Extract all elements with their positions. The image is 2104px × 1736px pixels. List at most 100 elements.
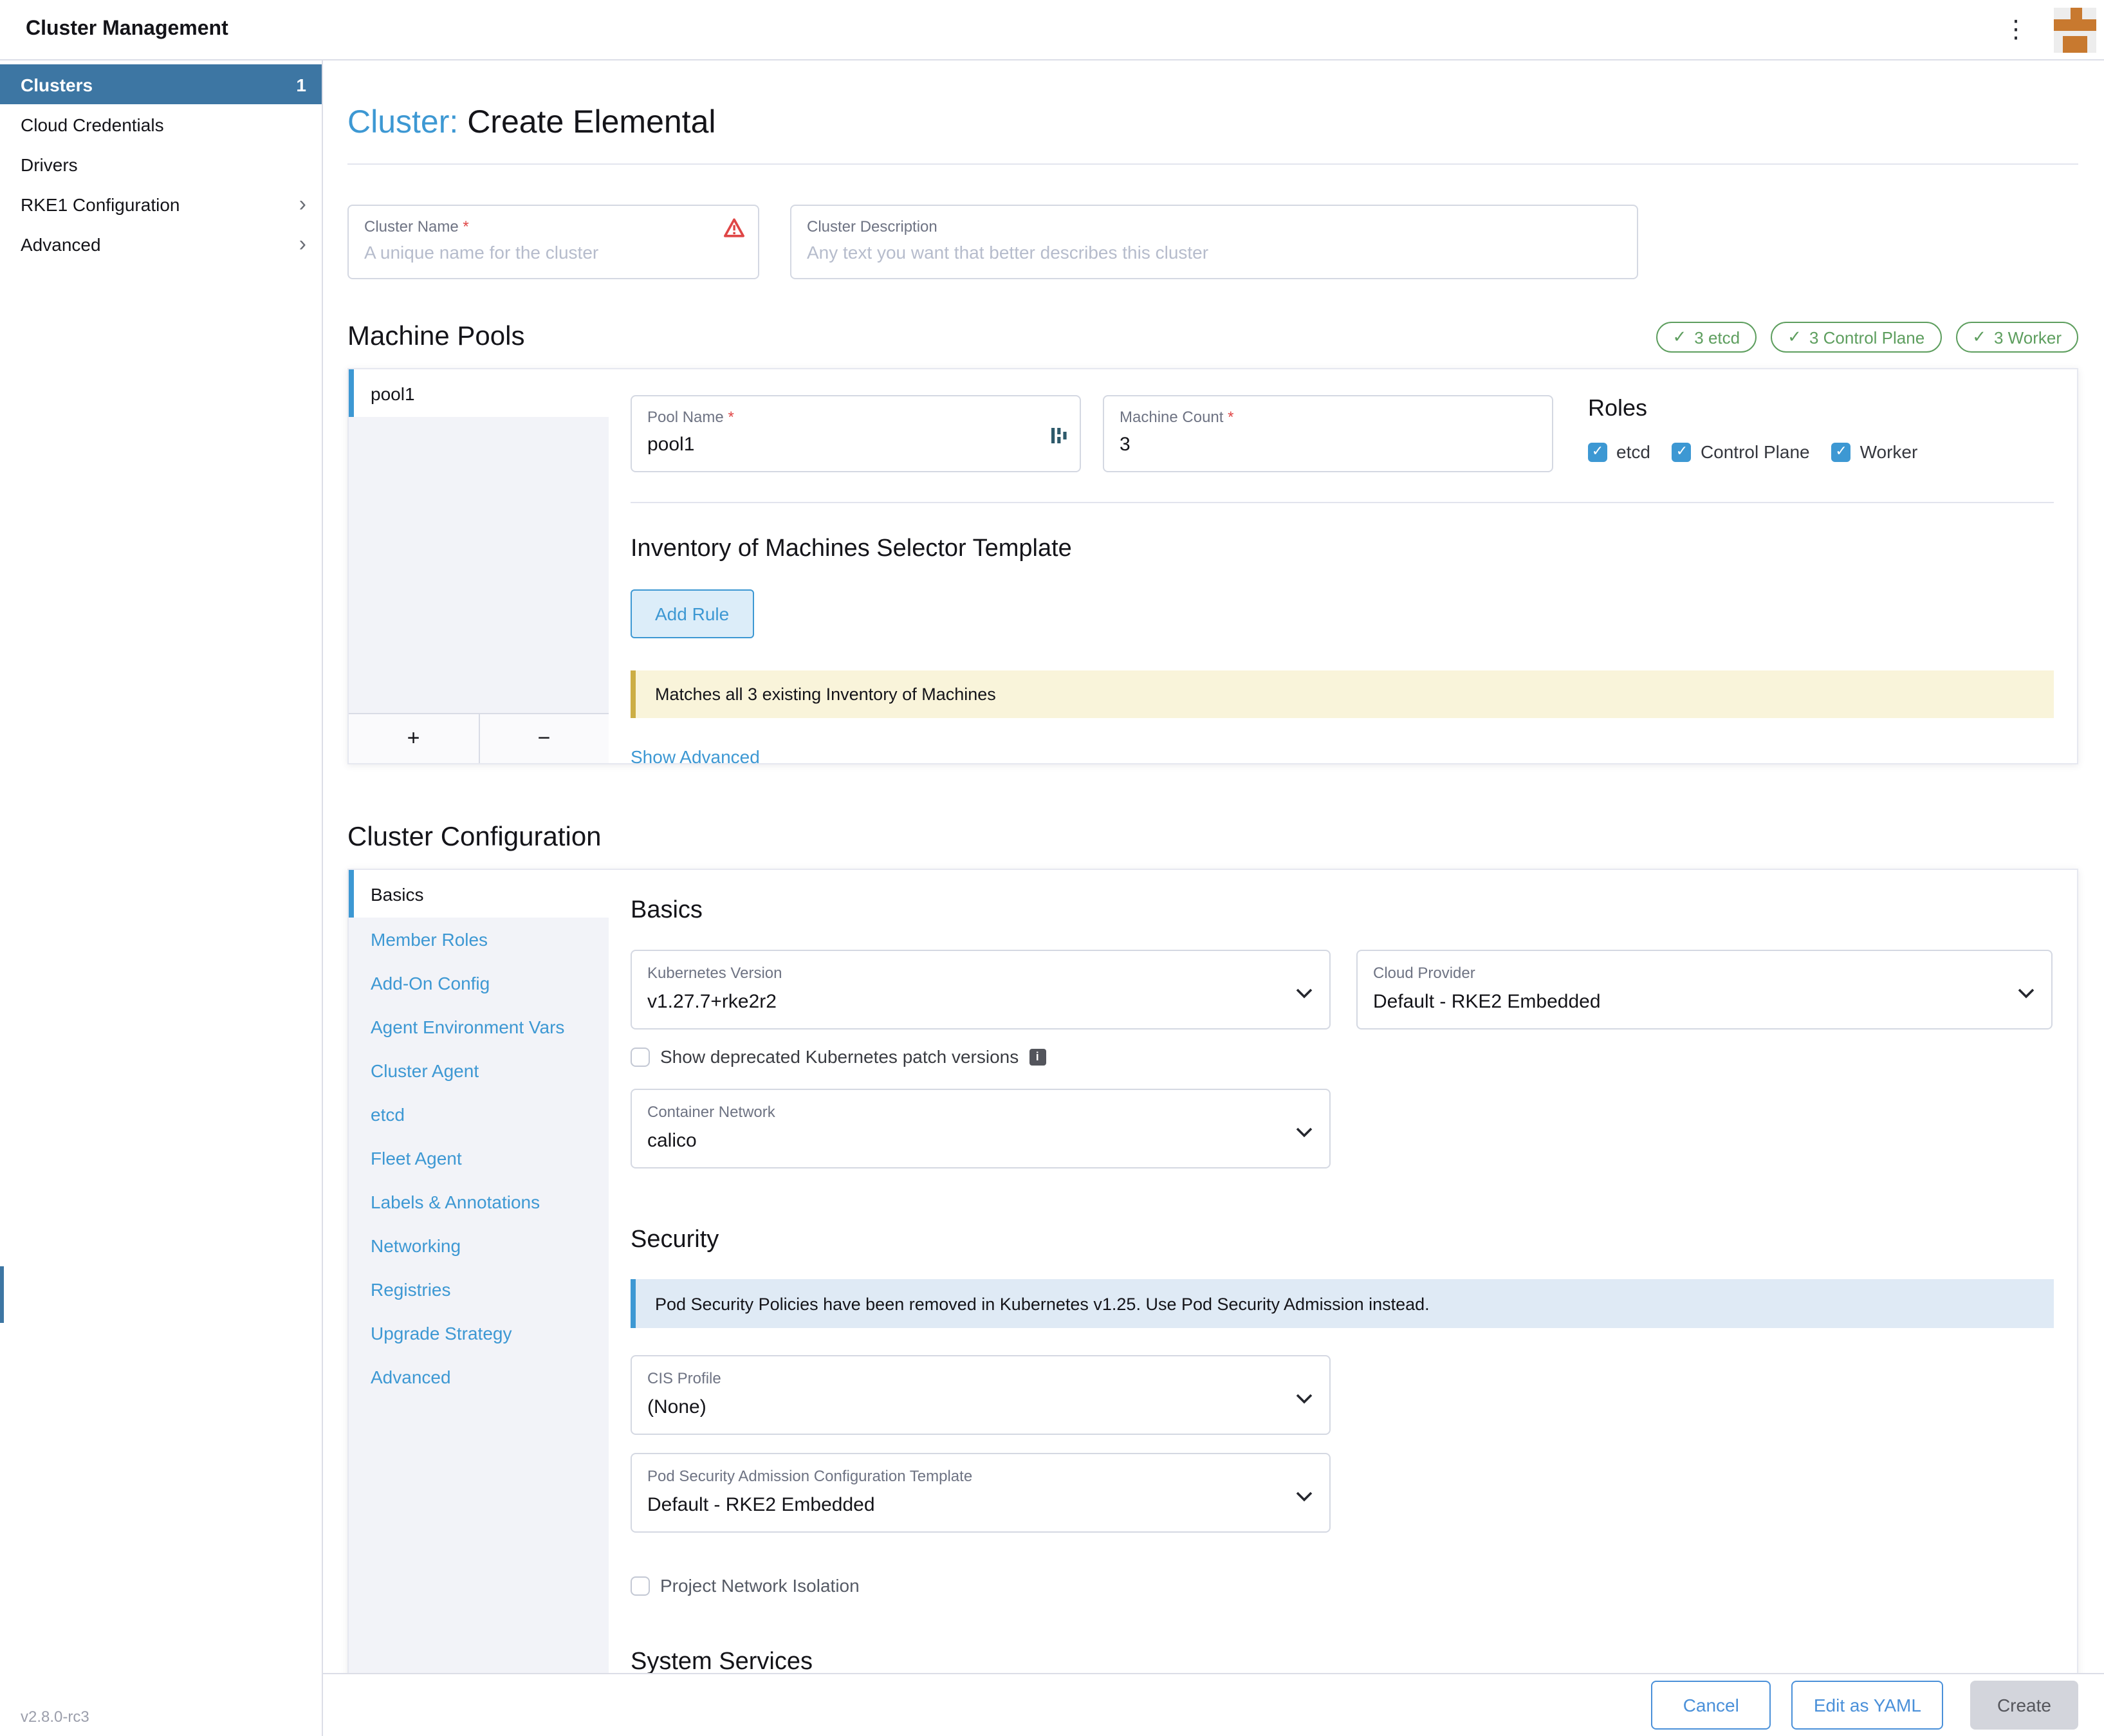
check-icon: ✓ (1592, 445, 1603, 459)
config-nav-networking[interactable]: Networking (349, 1224, 609, 1268)
select-value: Default - RKE2 Embedded (647, 1494, 1286, 1516)
chevron-down-icon (1296, 982, 1313, 1005)
worker-count-badge: ✓ 3 Worker (1955, 322, 2078, 353)
check-icon: ✓ (1676, 445, 1688, 459)
chevron-down-icon (1296, 1387, 1313, 1410)
container-network-select[interactable]: Container Network calico (631, 1089, 1331, 1168)
badge-label: 3 etcd (1694, 328, 1740, 347)
remove-pool-button[interactable]: − (479, 714, 609, 763)
select-value: calico (647, 1130, 1286, 1152)
machine-count-field[interactable]: Machine Count * (1103, 395, 1553, 472)
cloud-provider-select[interactable]: Cloud Provider Default - RKE2 Embedded (1356, 950, 2053, 1030)
cluster-description-field[interactable]: Cluster Description (790, 205, 1638, 279)
machine-pools-title: Machine Pools (347, 322, 525, 353)
select-label: CIS Profile (647, 1369, 1286, 1387)
config-nav-agent-environment-vars[interactable]: Agent Environment Vars (349, 1005, 609, 1049)
role-control-plane-checkbox[interactable]: ✓ Control Plane (1672, 441, 1810, 462)
sidebar-item-label: Clusters (21, 74, 93, 95)
project-network-isolation-label: Project Network Isolation (660, 1575, 860, 1596)
sidebar-item-drivers[interactable]: Drivers (0, 144, 322, 184)
sidebar-item-label: Cloud Credentials (21, 114, 164, 134)
config-nav-add-on-config[interactable]: Add-On Config (349, 961, 609, 1005)
required-asterisk: * (463, 217, 468, 235)
cluster-name-input[interactable] (364, 242, 743, 263)
kubernetes-version-select[interactable]: Kubernetes Version v1.27.7+rke2r2 (631, 950, 1331, 1030)
check-icon: ✓ (1972, 327, 1986, 347)
security-heading: Security (631, 1226, 2054, 1255)
badge-label: 3 Worker (1994, 328, 2062, 347)
pool-divider (631, 502, 2054, 503)
pool-name-input[interactable] (647, 434, 1022, 456)
required-asterisk: * (728, 408, 734, 426)
checkbox-checked-icon: ✓ (1672, 442, 1692, 461)
label-text: Machine Count (1120, 408, 1223, 426)
edge-scroll-indicator (0, 1266, 4, 1323)
config-nav-cluster-agent[interactable]: Cluster Agent (349, 1049, 609, 1093)
chevron-right-icon: › (299, 233, 306, 255)
checkbox-checked-icon: ✓ (1588, 442, 1607, 461)
pod-security-banner: Pod Security Policies have been removed … (631, 1279, 2054, 1328)
config-nav-etcd[interactable]: etcd (349, 1093, 609, 1136)
select-label: Kubernetes Version (647, 964, 1286, 982)
config-nav-labels-annotations[interactable]: Labels & Annotations (349, 1180, 609, 1224)
project-network-isolation-checkbox[interactable] (631, 1576, 650, 1595)
roles-title: Roles (1588, 395, 1917, 422)
sidebar-item-rke1-configuration[interactable]: RKE1 Configuration › (0, 184, 322, 224)
page-body: Clusters 1 Cloud Credentials Drivers RKE… (0, 60, 2104, 1736)
cluster-name-field[interactable]: Cluster Name * (347, 205, 759, 279)
add-rule-button[interactable]: Add Rule (631, 589, 753, 638)
role-etcd-checkbox[interactable]: ✓ etcd (1588, 441, 1650, 462)
config-nav-basics[interactable]: Basics (349, 870, 609, 918)
check-icon: ✓ (1835, 445, 1847, 459)
machine-pool-card: pool1 + − Pool Name * (347, 368, 2078, 764)
project-network-isolation-row: Project Network Isolation (631, 1575, 2054, 1596)
role-label: etcd (1616, 441, 1650, 462)
pool-tab-pool1[interactable]: pool1 (349, 369, 609, 417)
create-button[interactable]: Create (1970, 1681, 2078, 1730)
pool-panel: Pool Name * (609, 369, 2077, 763)
psa-template-select[interactable]: Pod Security Admission Configuration Tem… (631, 1453, 1331, 1533)
cluster-description-input[interactable] (807, 242, 1621, 263)
label-text: Pool Name (647, 408, 724, 426)
randomize-name-icon[interactable] (1051, 425, 1067, 453)
pool-name-field[interactable]: Pool Name * (631, 395, 1081, 472)
logo-shape (2071, 7, 2082, 19)
role-label: Worker (1860, 441, 1918, 462)
label-text: Cluster Name (364, 217, 459, 235)
role-worker-checkbox[interactable]: ✓ Worker (1832, 441, 1918, 462)
show-advanced-link[interactable]: Show Advanced (631, 746, 760, 767)
deprecated-versions-checkbox[interactable] (631, 1047, 650, 1066)
deprecated-versions-label: Show deprecated Kubernetes patch version… (660, 1046, 1019, 1067)
page-title-text: Create Elemental (467, 104, 715, 140)
machine-pools-header: Machine Pools ✓ 3 etcd ✓ 3 Control Plane… (347, 322, 2078, 353)
config-nav-member-roles[interactable]: Member Roles (349, 918, 609, 961)
cluster-identity-row: Cluster Name * Cluster Description (347, 205, 2078, 279)
sidebar-item-cloud-credentials[interactable]: Cloud Credentials (0, 104, 322, 144)
chevron-right-icon: › (299, 193, 306, 215)
chevron-down-icon (1296, 1485, 1313, 1508)
app-title: Cluster Management (26, 18, 228, 41)
check-icon: ✓ (1672, 327, 1686, 347)
pool-name-label: Pool Name * (647, 408, 1064, 426)
edit-as-yaml-button[interactable]: Edit as YAML (1792, 1681, 1943, 1730)
add-pool-button[interactable]: + (349, 714, 479, 763)
sidebar-item-label: Drivers (21, 154, 78, 174)
sidebar-item-clusters[interactable]: Clusters 1 (0, 64, 322, 104)
machine-count-input[interactable] (1120, 434, 1495, 456)
config-nav-registries[interactable]: Registries (349, 1268, 609, 1311)
kebab-menu-icon[interactable]: ⋮ (1996, 17, 2036, 42)
cancel-button[interactable]: Cancel (1651, 1681, 1771, 1730)
config-nav-advanced[interactable]: Advanced (349, 1355, 609, 1399)
config-nav-upgrade-strategy[interactable]: Upgrade Strategy (349, 1311, 609, 1355)
clusters-count-badge: 1 (296, 74, 306, 95)
roles-options: ✓ etcd ✓ Control Plane (1588, 441, 1917, 462)
config-content: Basics Kubernetes Version v1.27.7+rke2r2… (609, 870, 2077, 1715)
logo-shape (2063, 35, 2087, 52)
config-nav-fleet-agent[interactable]: Fleet Agent (349, 1136, 609, 1180)
sidebar-item-advanced[interactable]: Advanced › (0, 224, 322, 264)
cis-profile-select[interactable]: CIS Profile (None) (631, 1355, 1331, 1435)
top-header: Cluster Management ⋮ (0, 0, 2104, 60)
info-icon[interactable]: i (1029, 1048, 1046, 1065)
app-root: Cluster Management ⋮ Clusters 1 Cloud Cr… (0, 0, 2104, 1736)
page-title-prefix: Cluster: (347, 104, 458, 140)
